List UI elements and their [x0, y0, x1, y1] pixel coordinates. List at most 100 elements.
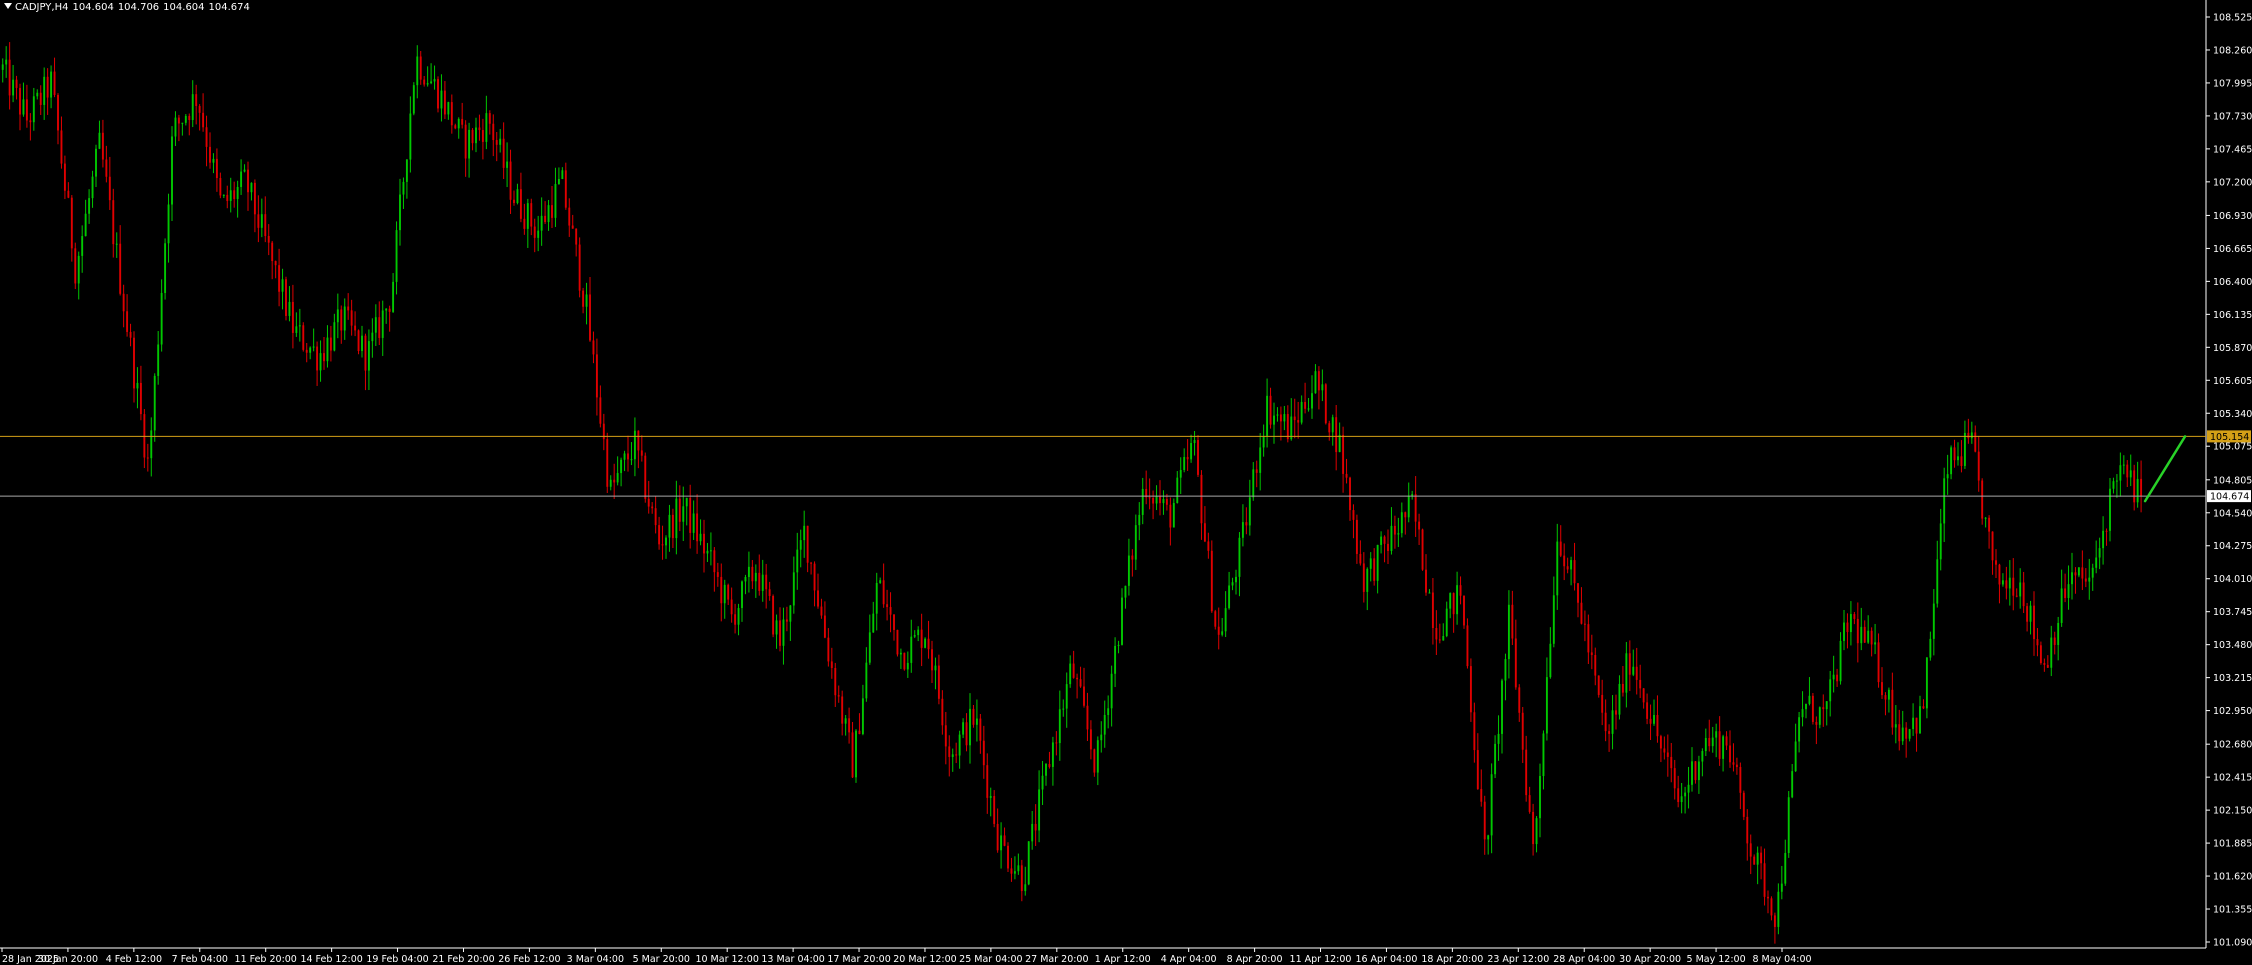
time-tick-label: 27 Mar 20:00 — [1025, 954, 1088, 965]
candle-body — [2105, 530, 2108, 532]
candle-body — [768, 589, 771, 596]
candle-body — [689, 497, 692, 533]
candle-body — [478, 127, 481, 131]
candle-body — [958, 734, 961, 756]
candle-body — [288, 301, 291, 316]
candle-body — [931, 649, 933, 671]
candle-body — [2067, 584, 2070, 598]
candle-body — [1138, 514, 1141, 526]
candle-body — [1490, 774, 1493, 836]
price-tick-label: 101.090 — [2213, 938, 2252, 949]
candle-body — [195, 94, 198, 107]
candle-body — [1577, 583, 1579, 603]
candle-body — [1207, 541, 1210, 551]
candle-body — [1031, 823, 1034, 842]
candle-body — [1697, 761, 1700, 781]
candle-body — [1884, 695, 1887, 700]
candle-body — [278, 265, 281, 292]
candle-body — [855, 730, 857, 778]
candle-body — [468, 129, 471, 159]
candle-body — [899, 652, 902, 655]
candle-body — [260, 214, 263, 228]
candle-body — [716, 572, 719, 577]
candle-body — [1010, 868, 1013, 874]
time-tick-label: 30 Jan 20:00 — [38, 954, 98, 965]
candle-body — [868, 632, 871, 663]
candle-body — [568, 207, 571, 226]
candle-body — [2102, 530, 2105, 549]
candle-body — [1162, 499, 1165, 504]
candle-body — [1501, 680, 1503, 734]
candle-body — [461, 118, 464, 125]
candle-body — [2036, 639, 2039, 646]
candle-body — [77, 255, 80, 284]
candle-body — [1096, 740, 1099, 773]
candle-body — [1117, 644, 1120, 646]
candle-body — [917, 629, 920, 636]
candle-body — [174, 117, 177, 137]
candle-body — [1953, 447, 1956, 461]
candle-body — [644, 455, 647, 499]
candle-body — [2122, 464, 2125, 466]
chart-area[interactable]: 108.525 108.260 107.995 107.730 107.465 107.2… — [0, 0, 2252, 965]
candle-body — [209, 146, 211, 163]
candle-body — [817, 590, 819, 607]
candle-body — [1684, 792, 1687, 797]
candle-body — [60, 130, 63, 164]
chevron-down-icon[interactable] — [4, 3, 12, 9]
candle-body — [1155, 496, 1158, 504]
candlestick-chart[interactable]: 108.525 108.260 107.995 107.730 107.465 107.2… — [0, 0, 2252, 965]
candle-body — [267, 236, 270, 243]
candle-body — [119, 243, 122, 294]
candle-body — [105, 159, 108, 177]
candle-body — [2060, 588, 2063, 623]
candle-body — [171, 136, 173, 205]
candle-body — [157, 344, 160, 376]
candle-body — [2071, 572, 2073, 585]
candle-body — [1235, 576, 1237, 583]
time-tick-label: 5 May 12:00 — [1687, 954, 1746, 965]
candle-body — [1390, 525, 1393, 551]
time-tick-label: 10 Mar 12:00 — [695, 954, 758, 965]
candle-body — [1677, 788, 1680, 803]
candle-body — [1967, 432, 1970, 439]
candle-body — [129, 331, 132, 338]
candle-body — [906, 662, 909, 670]
candle-body — [1293, 416, 1296, 421]
candle-body — [1038, 789, 1041, 831]
candle-body — [502, 138, 505, 168]
price-tick-label: 107.730 — [2213, 111, 2252, 122]
candle-body — [937, 665, 940, 699]
candle-body — [1915, 717, 1918, 734]
candle-body — [198, 106, 201, 113]
candle-body — [1836, 674, 1839, 682]
candle-body — [2033, 605, 2035, 640]
candle-body — [765, 574, 768, 590]
candle-body — [364, 335, 367, 371]
candle-body — [1214, 611, 1217, 627]
candle-body — [215, 158, 218, 179]
candle-body — [1981, 480, 1984, 519]
candle-body — [481, 130, 484, 142]
candle-body — [416, 56, 419, 86]
candle-body — [1701, 751, 1704, 762]
candle-body — [2015, 595, 2018, 597]
candle-body — [1715, 731, 1718, 738]
candle-body — [488, 113, 491, 124]
candle-body — [1107, 708, 1110, 715]
candle-body — [1970, 432, 1973, 439]
candle-body — [492, 123, 495, 141]
candle-body — [623, 453, 626, 460]
candle-body — [1521, 712, 1524, 750]
candle-body — [1349, 477, 1351, 511]
candle-body — [1304, 401, 1307, 409]
candle-body — [1210, 550, 1213, 612]
candle-body — [1646, 702, 1649, 719]
candle-body — [1169, 504, 1172, 528]
candle-body — [1729, 745, 1731, 763]
candle-body — [1435, 628, 1438, 640]
candle-body — [1065, 684, 1068, 709]
candle-body — [1093, 749, 1096, 773]
candle-body — [1874, 642, 1877, 645]
candle-body — [1659, 736, 1662, 749]
